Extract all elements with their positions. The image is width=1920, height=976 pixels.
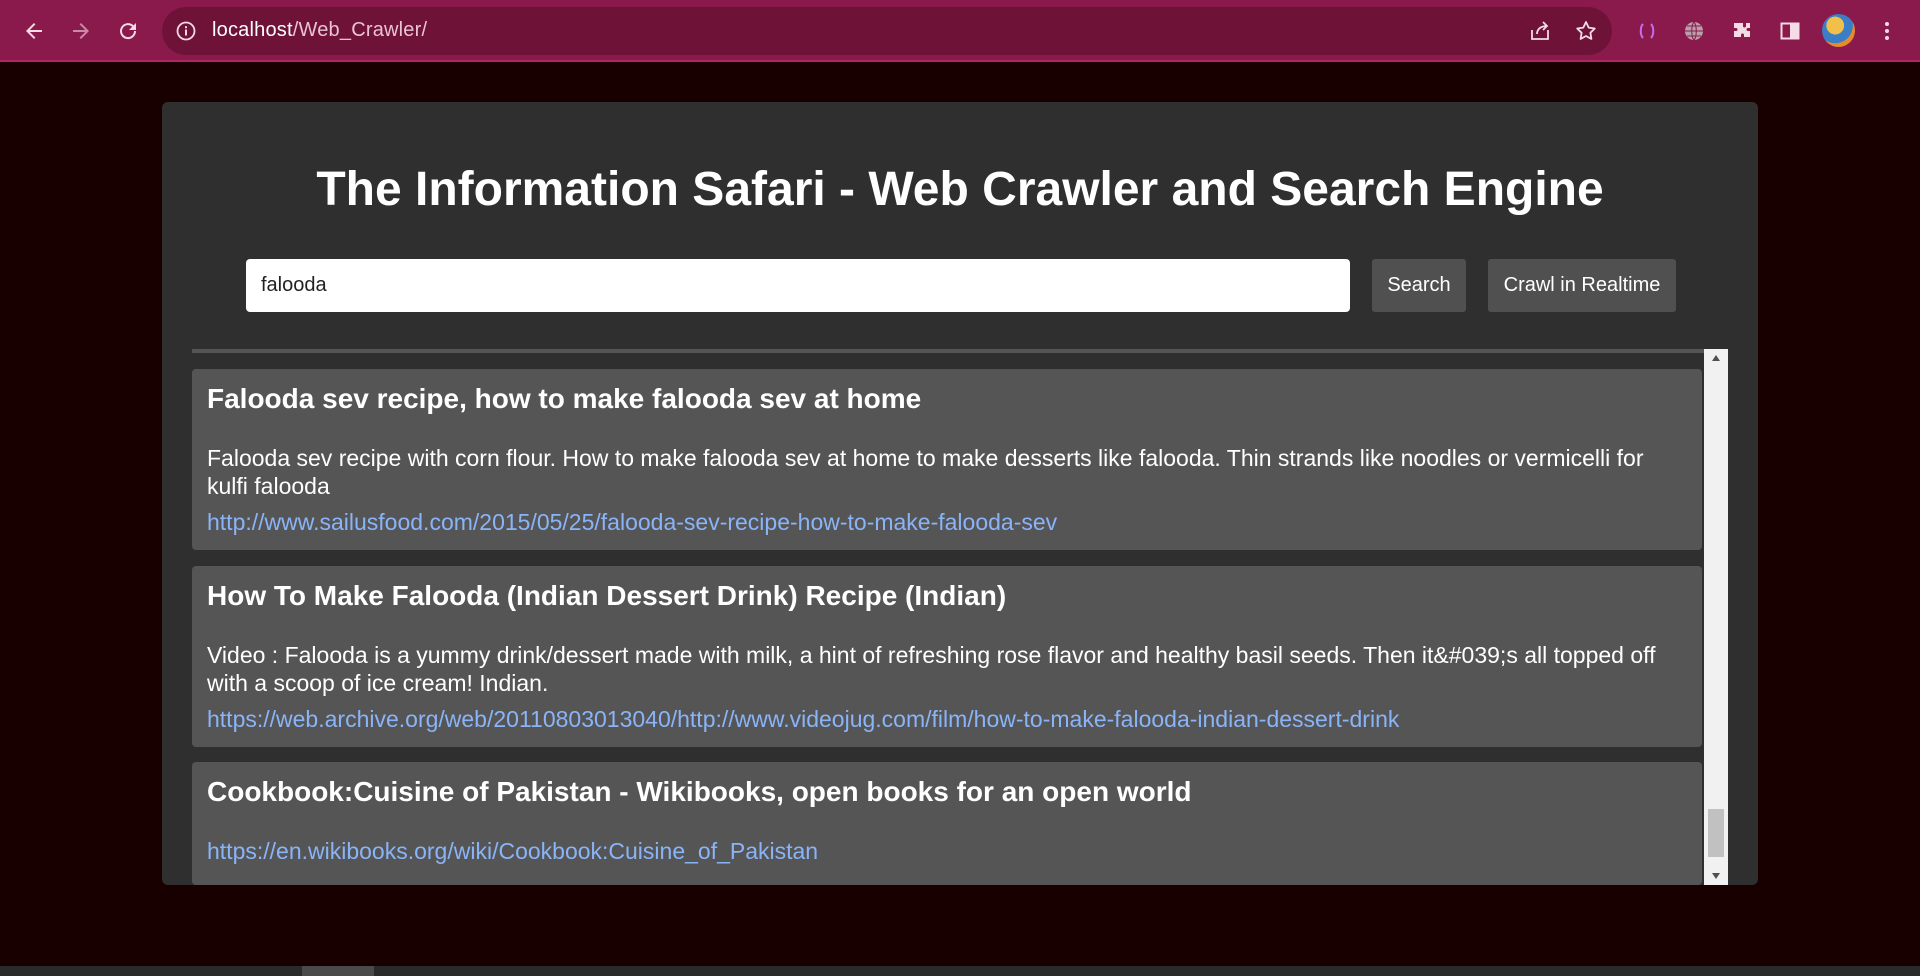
result-description: Falooda sev recipe with corn flour. How … <box>207 445 1644 499</box>
horizontal-scrollbar[interactable] <box>0 966 1920 976</box>
scroll-up-arrow-icon[interactable] <box>1704 349 1728 367</box>
crawl-realtime-button[interactable]: Crawl in Realtime <box>1488 259 1676 312</box>
result-link[interactable]: http://www.sailusfood.com/2015/05/25/fal… <box>207 509 1057 536</box>
result-card: How To Make Falooda (Indian Dessert Drin… <box>192 566 1702 747</box>
result-title: Falooda sev recipe, how to make falooda … <box>207 383 922 414</box>
result-card: Falooda sev recipe, how to make falooda … <box>192 369 1702 550</box>
url-path: /Web_Crawler/ <box>292 19 428 41</box>
site-info-icon[interactable] <box>176 21 196 41</box>
result-description: Video : Falooda is a yummy drink/dessert… <box>207 642 1656 696</box>
result-title: Cookbook:Cuisine of Pakistan - Wikibooks… <box>207 776 1192 807</box>
more-menu-icon[interactable] <box>1870 14 1904 48</box>
reload-icon[interactable] <box>108 11 148 51</box>
page-title: The Information Safari - Web Crawler and… <box>316 163 1604 216</box>
share-icon[interactable] <box>1526 17 1554 45</box>
side-panel-icon[interactable] <box>1773 14 1807 48</box>
scrollbar-thumb[interactable] <box>1708 809 1724 857</box>
horizontal-scrollbar-thumb[interactable] <box>302 966 374 976</box>
main-container: The Information Safari - Web Crawler and… <box>162 102 1758 885</box>
scroll-down-arrow-icon[interactable] <box>1704 867 1728 885</box>
profile-avatar[interactable] <box>1822 14 1855 47</box>
bookmark-star-icon[interactable] <box>1572 17 1600 45</box>
result-title: How To Make Falooda (Indian Dessert Drin… <box>207 580 1007 611</box>
search-input[interactable] <box>246 259 1350 312</box>
results-list[interactable]: Falooda sev recipe, how to make falooda … <box>192 349 1728 885</box>
results-scrollbar[interactable] <box>1704 349 1728 885</box>
browser-toolbar: localhost/Web_Crawler/ <box>0 0 1920 62</box>
forward-icon[interactable] <box>61 11 101 51</box>
address-bar[interactable]: localhost/Web_Crawler/ <box>162 7 1612 55</box>
url-text[interactable]: localhost/Web_Crawler/ <box>212 19 427 42</box>
extension-bracket-icon[interactable] <box>1630 14 1664 48</box>
back-icon[interactable] <box>14 11 54 51</box>
result-link[interactable]: https://en.wikibooks.org/wiki/Cookbook:C… <box>207 838 818 865</box>
previous-result-edge <box>192 349 1704 353</box>
result-card: Cookbook:Cuisine of Pakistan - Wikibooks… <box>192 762 1702 885</box>
search-button[interactable]: Search <box>1372 259 1466 312</box>
globe-icon[interactable] <box>1677 14 1711 48</box>
result-link[interactable]: https://web.archive.org/web/201108030130… <box>207 706 1399 733</box>
puzzle-extensions-icon[interactable] <box>1725 14 1759 48</box>
url-host: localhost <box>212 19 293 41</box>
